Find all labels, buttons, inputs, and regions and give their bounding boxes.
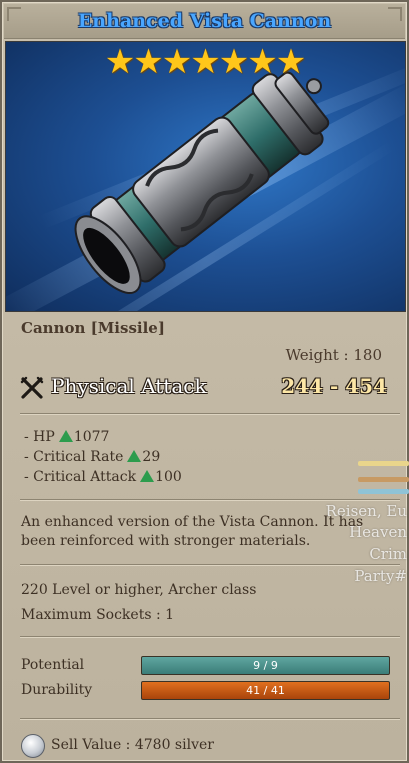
sell-value: Sell Value : 4780 silver <box>51 737 214 753</box>
bonus-label: - Critical Attack <box>24 469 137 485</box>
green-up-triangle-icon <box>58 430 73 442</box>
bonus-value: 29 <box>142 449 161 465</box>
star-icon: ★ <box>275 42 307 82</box>
item-image: ★★★★★★★ <box>5 41 406 312</box>
star-icon: ★ <box>161 42 193 82</box>
durability-label: Durability <box>21 682 93 698</box>
background-bar <box>358 489 409 494</box>
bonus-stat: - HP 1077 <box>24 429 109 445</box>
bonus-label: - Critical Rate <box>24 449 124 465</box>
bonus-stat: - Critical Rate 29 <box>24 449 160 465</box>
potential-bar: 9 / 9 <box>141 656 390 675</box>
star-icon: ★ <box>247 42 278 82</box>
divider <box>20 718 400 719</box>
item-weight: Weight : 180 <box>285 346 382 364</box>
item-name: Enhanced Vista Cannon <box>77 10 332 32</box>
item-description: An enhanced version of the Vista Cannon.… <box>21 514 364 549</box>
divider <box>20 499 400 500</box>
attack-value: 244 - 454 <box>281 374 387 398</box>
durability-bar: 41 / 41 <box>141 681 390 700</box>
divider <box>20 636 400 637</box>
attack-row: Physical Attack 244 - 454 <box>20 373 389 403</box>
background-bar <box>358 477 409 482</box>
bonus-stat: - Critical Attack 100 <box>24 469 182 485</box>
green-up-triangle-icon <box>127 450 142 462</box>
requirement-text: 220 Level or higher, Archer class <box>21 582 257 598</box>
title-bar: Enhanced Vista Cannon <box>4 4 405 39</box>
star-icon: ★ <box>218 42 250 82</box>
background-text: Party# <box>354 567 407 585</box>
divider <box>20 564 400 565</box>
silver-coin-icon <box>21 734 45 758</box>
bonus-value: 1077 <box>73 429 110 445</box>
bonus-value: 100 <box>155 469 182 485</box>
bonus-label: - HP <box>24 429 55 445</box>
divider <box>20 413 400 414</box>
star-icon: ★ <box>190 42 221 82</box>
star-rating: ★★★★★★★ <box>6 44 405 80</box>
attack-label: Physical Attack <box>51 374 207 398</box>
cannon-image <box>74 71 330 294</box>
potential-value: 9 / 9 <box>253 659 278 672</box>
crossed-swords-icon <box>20 376 44 399</box>
item-type: Cannon [Missile] <box>21 319 165 337</box>
potential-label: Potential <box>21 657 85 673</box>
star-icon: ★ <box>104 42 136 82</box>
sockets-text: Maximum Sockets : 1 <box>21 607 175 623</box>
green-up-triangle-icon <box>140 470 155 482</box>
background-bar <box>358 461 409 466</box>
star-icon: ★ <box>133 42 164 82</box>
durability-value: 41 / 41 <box>246 684 285 697</box>
item-tooltip-panel: Reisen, Eu Heaven Crim Party# Enhanced V… <box>0 0 409 763</box>
